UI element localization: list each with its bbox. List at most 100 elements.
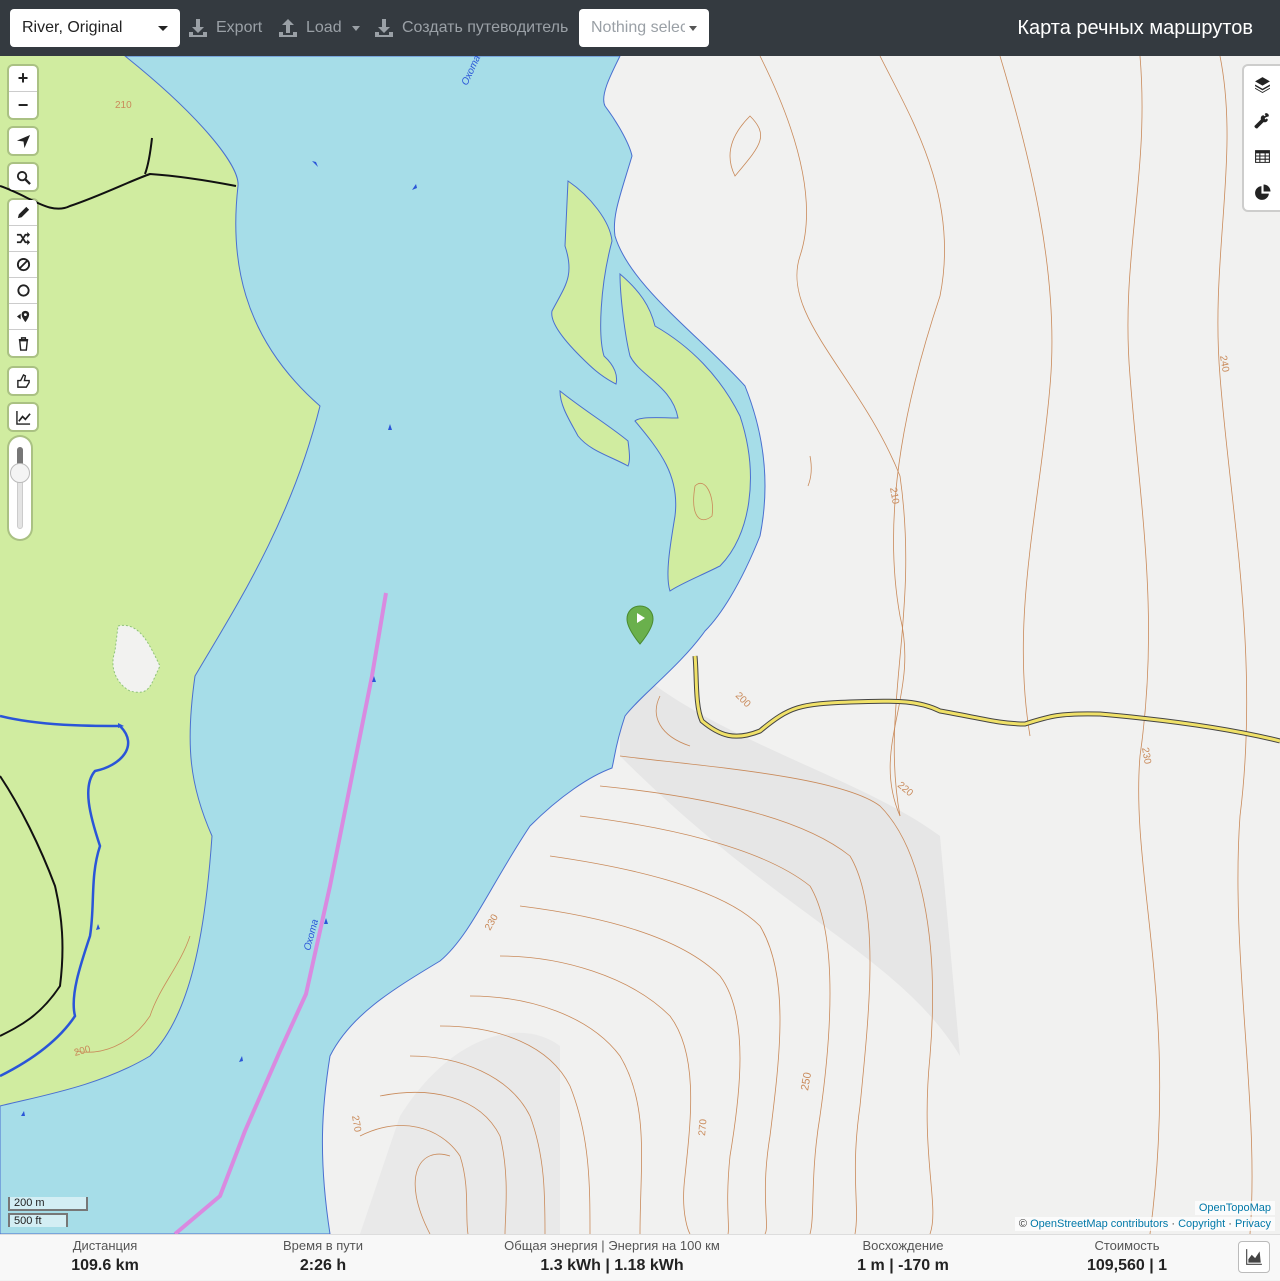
download-icon <box>375 19 393 37</box>
no-go-area-button[interactable] <box>9 252 37 278</box>
draw-toolbar <box>9 200 37 356</box>
zoom-out-button[interactable]: − <box>9 92 37 118</box>
pencil-icon <box>17 206 29 219</box>
stat-value: 2:26 h <box>299 1257 347 1274</box>
layers-icon <box>1254 76 1270 93</box>
stat-label: Время в пути <box>283 1238 363 1253</box>
load-button[interactable]: Load <box>278 0 360 56</box>
elevation-control <box>9 404 37 430</box>
osm-attribution: © OpenStreetMap contributors · Copyright… <box>1014 1217 1275 1231</box>
reverse-route-button[interactable] <box>9 226 37 252</box>
circle-icon <box>16 284 30 297</box>
privacy-link[interactable]: Privacy <box>1235 1218 1271 1230</box>
contour-label: 210 <box>115 100 132 111</box>
stat-cost: Стоимость 109,560 | 1 <box>1062 1235 1192 1281</box>
right-toolbar <box>1244 66 1280 210</box>
ban-icon <box>16 257 30 272</box>
wrench-icon <box>1253 112 1269 129</box>
stat-label: Стоимость <box>1094 1238 1160 1253</box>
locate-control <box>9 128 37 154</box>
profile-select[interactable]: River, Original <box>10 9 180 47</box>
stat-label: Общая энергия | Энергия на 100 км <box>504 1238 720 1253</box>
toggle-elevation-chart-button[interactable] <box>1238 1241 1270 1273</box>
contour-label: 230 <box>1139 747 1153 766</box>
zoom-slider[interactable] <box>9 437 31 539</box>
zoom-slider-knob[interactable] <box>10 463 30 483</box>
route-select[interactable]: Nothing selected <box>579 9 709 47</box>
stat-distance: Дистанция 109.6 km <box>40 1235 170 1281</box>
copyright-link[interactable]: Copyright <box>1178 1218 1225 1230</box>
hand-button[interactable] <box>9 368 37 394</box>
table-button[interactable] <box>1244 138 1280 174</box>
tile-attribution: OpenTopoMap <box>1194 1201 1275 1215</box>
hand-pointer-icon <box>16 373 30 388</box>
contour-label: 240 <box>1217 355 1231 374</box>
osm-link[interactable]: OpenStreetMap contributors <box>1030 1218 1168 1230</box>
stat-value: 1.3 kWh | 1.18 kWh <box>540 1257 684 1274</box>
draw-route-button[interactable] <box>9 200 37 226</box>
route-stats-bar: Дистанция 109.6 km Время в пути 2:26 h О… <box>0 1234 1280 1280</box>
table-icon <box>1254 149 1270 163</box>
copyright-symbol: © <box>1018 1218 1028 1230</box>
route-select-placeholder: Nothing selected <box>591 19 685 36</box>
map-canvas[interactable]: 210 200 220 230 240 250 270 200 230 270 … <box>0 56 1280 1234</box>
layers-button[interactable] <box>1244 66 1280 102</box>
upload-icon <box>279 19 297 37</box>
pie-chart-icon <box>1254 184 1270 200</box>
statistics-button[interactable] <box>1244 174 1280 210</box>
opentopomap-link[interactable]: OpenTopoMap <box>1199 1202 1271 1214</box>
top-navbar: River, Original Export Load Создать путе… <box>0 0 1280 56</box>
export-label: Export <box>216 19 263 36</box>
app-title: Карта речных маршрутов <box>1017 16 1253 39</box>
contour-label: 270 <box>349 1115 363 1134</box>
map-pin-icon <box>16 310 29 323</box>
stat-label: Восхождение <box>862 1238 944 1253</box>
profile-select-value: River, Original <box>22 19 123 36</box>
location-arrow-icon <box>16 134 30 148</box>
line-chart-icon <box>15 410 31 425</box>
map-tiles[interactable]: 210 200 220 230 240 250 270 200 230 270 … <box>0 56 1280 1234</box>
stat-travel-time: Время в пути 2:26 h <box>258 1235 388 1281</box>
search-control <box>9 164 37 190</box>
zoom-in-button[interactable]: + <box>9 66 37 92</box>
create-guide-button[interactable]: Создать путеводитель <box>374 0 568 56</box>
chevron-down-icon <box>689 26 697 31</box>
scale-metric: 200 m <box>8 1197 88 1211</box>
search-icon <box>16 170 31 185</box>
stat-value: 109,560 | 1 <box>1086 1257 1168 1274</box>
stat-label: Дистанция <box>72 1238 138 1253</box>
load-label: Load <box>306 19 342 36</box>
hand-control <box>9 368 37 394</box>
stat-energy: Общая энергия | Энергия на 100 км 1.3 kW… <box>482 1235 742 1281</box>
circle-button[interactable] <box>9 278 37 304</box>
create-guide-label: Создать путеводитель <box>402 19 569 36</box>
contour-label: 210 <box>887 487 901 506</box>
attribution-separator: · <box>1171 1218 1175 1230</box>
attribution-separator: · <box>1228 1218 1232 1230</box>
stat-value: 1 m | -170 m <box>857 1257 949 1274</box>
export-button[interactable]: Export <box>188 0 262 56</box>
contour-label: 230 <box>483 912 501 932</box>
start-marker-icon[interactable] <box>626 605 654 645</box>
hillshade <box>620 656 960 1056</box>
contour-label: 220 <box>895 780 915 799</box>
trash-icon <box>18 336 28 351</box>
settings-button[interactable] <box>1244 102 1280 138</box>
contour-label: 270 <box>697 1118 709 1136</box>
download-icon <box>189 19 207 37</box>
stat-value: 109.6 km <box>71 1257 139 1274</box>
chevron-down-icon <box>351 25 360 31</box>
elevation-button[interactable] <box>9 404 37 430</box>
area-chart-icon <box>1246 1249 1262 1265</box>
search-button[interactable] <box>9 164 37 190</box>
delete-route-button[interactable] <box>9 330 37 356</box>
stat-ascent: Восхождение 1 m | -170 m <box>838 1235 968 1281</box>
locate-button[interactable] <box>9 128 37 154</box>
poi-button[interactable] <box>9 304 37 330</box>
scale-imperial: 500 ft <box>8 1213 68 1227</box>
road-casing <box>692 655 1280 744</box>
shuffle-icon <box>16 231 30 246</box>
contour-label: 200 <box>733 690 753 710</box>
road <box>693 655 1280 743</box>
contour-label: 250 <box>799 1071 814 1091</box>
